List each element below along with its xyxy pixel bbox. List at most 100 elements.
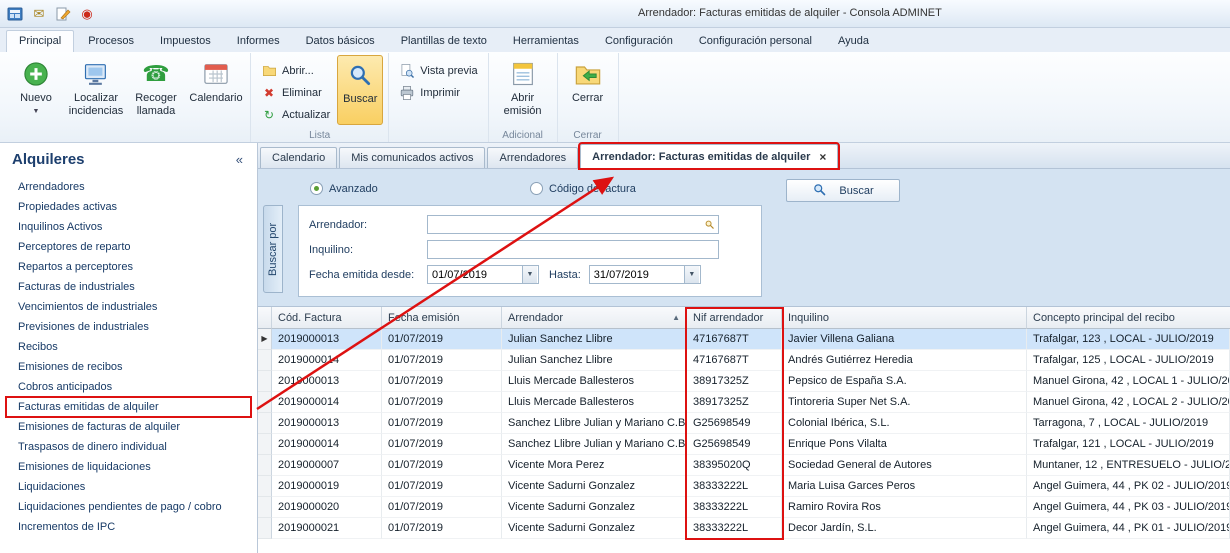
grid-cell[interactable]: Trafalgar, 125 , LOCAL - JULIO/2019 [1027,350,1230,371]
row-selector[interactable] [258,518,272,539]
grid-cell[interactable]: Trafalgar, 123 , LOCAL - JULIO/2019 [1027,329,1230,350]
column-header-cód-factura[interactable]: Cód. Factura [272,307,382,329]
grid-cell[interactable]: Ramiro Rovira Ros [782,497,1027,518]
column-header-inquilino[interactable]: Inquilino [782,307,1027,329]
row-selector[interactable] [258,455,272,476]
row-selector[interactable] [258,476,272,497]
grid-cell[interactable]: 2019000013 [272,413,382,434]
grid-cell[interactable]: 01/07/2019 [382,518,502,539]
abrir-emision-button[interactable]: Abrir emisión [494,55,552,125]
sidebar-item-facturas-emitidas-de-alquiler[interactable]: Facturas emitidas de alquiler [6,397,251,417]
menu-tab-impuestos[interactable]: Impuestos [148,31,223,52]
grid-cell[interactable]: Julian Sanchez Llibre [502,329,687,350]
grid-cell[interactable]: 2019000007 [272,455,382,476]
cerrar-button[interactable]: Cerrar [563,55,613,125]
grid-cell[interactable]: 38917325Z [687,371,782,392]
grid-cell[interactable]: 2019000014 [272,434,382,455]
grid-cell[interactable]: 38395020Q [687,455,782,476]
grid-cell[interactable]: 47167687T [687,329,782,350]
sidebar-item-inquilinos-activos[interactable]: Inquilinos Activos [6,217,251,237]
nuevo-button[interactable]: Nuevo ▼ [7,55,65,125]
grid-cell[interactable]: 2019000021 [272,518,382,539]
grid-cell[interactable]: 01/07/2019 [382,350,502,371]
row-selector[interactable] [258,350,272,371]
table-row[interactable]: 201900002101/07/2019Vicente Sadurni Gonz… [258,518,1230,539]
grid-cell[interactable]: 01/07/2019 [382,497,502,518]
table-row[interactable]: 201900001301/07/2019Lluis Mercade Balles… [258,371,1230,392]
grid-cell[interactable]: Lluis Mercade Ballesteros [502,392,687,413]
grid-cell[interactable]: 2019000013 [272,371,382,392]
grid-cell[interactable]: Maria Luisa Garces Peros [782,476,1027,497]
edit-note-icon[interactable] [54,5,72,23]
sidebar-item-emisiones-de-liquidaciones[interactable]: Emisiones de liquidaciones [6,457,251,477]
table-row[interactable]: 201900002001/07/2019Vicente Sadurni Gonz… [258,497,1230,518]
grid-cell[interactable]: Angel Guimera, 44 , PK 01 - JULIO/2019 [1027,518,1230,539]
dropdown-icon[interactable]: ▼ [684,266,699,283]
grid-cell[interactable]: Manuel Girona, 42 , LOCAL 2 - JULIO/2019 [1027,392,1230,413]
menu-tab-configuración[interactable]: Configuración [593,31,685,52]
lookup-icon[interactable] [701,217,717,232]
grid-cell[interactable]: Angel Guimera, 44 , PK 03 - JULIO/2019 [1027,497,1230,518]
grid-cell[interactable]: 01/07/2019 [382,392,502,413]
grid-cell[interactable]: 38333222L [687,476,782,497]
column-header-concepto-principal-del-recibo[interactable]: Concepto principal del recibo [1027,307,1230,329]
inquilino-input[interactable] [427,240,719,259]
row-selector[interactable] [258,497,272,518]
grid-cell[interactable]: Tarragona, 7 , LOCAL - JULIO/2019 [1027,413,1230,434]
sidebar-item-propiedades-activas[interactable]: Propiedades activas [6,197,251,217]
menu-tab-datos-básicos[interactable]: Datos básicos [294,31,387,52]
sidebar-item-vencimientos-de-industriales[interactable]: Vencimientos de industriales [6,297,251,317]
arrendador-input[interactable] [427,215,719,234]
recoger-llamada-button[interactable]: ☎ Recoger llamada [127,55,185,125]
table-row[interactable]: 201900001901/07/2019Vicente Sadurni Gonz… [258,476,1230,497]
grid-cell[interactable]: Colonial Ibérica, S.L. [782,413,1027,434]
column-header-arrendador[interactable]: Arrendador▲ [502,307,687,329]
column-header-fecha-emisión[interactable]: Fecha emisión [382,307,502,329]
grid-cell[interactable]: Andrés Gutiérrez Heredia [782,350,1027,371]
grid-cell[interactable]: Pepsico de España S.A. [782,371,1027,392]
grid-cell[interactable]: 2019000014 [272,392,382,413]
vista-previa-button[interactable]: Vista previa [394,61,482,80]
grid-cell[interactable]: 01/07/2019 [382,329,502,350]
grid-cell[interactable]: Sanchez Llibre Julian y Mariano C.B. [502,434,687,455]
row-selector[interactable] [258,434,272,455]
table-row[interactable]: 201900001401/07/2019Lluis Mercade Balles… [258,392,1230,413]
grid-cell[interactable]: 01/07/2019 [382,413,502,434]
grid-cell[interactable]: Vicente Sadurni Gonzalez [502,497,687,518]
grid-cell[interactable]: Angel Guimera, 44 , PK 02 - JULIO/2019 [1027,476,1230,497]
radio-avanzado[interactable]: Avanzado [310,182,378,195]
grid-cell[interactable]: Enrique Pons Vilalta [782,434,1027,455]
grid-cell[interactable]: Tintoreria Super Net S.A. [782,392,1027,413]
grid-cell[interactable]: 38333222L [687,518,782,539]
grid-cell[interactable]: 2019000014 [272,350,382,371]
sidebar-item-emisiones-de-facturas-de-alquiler[interactable]: Emisiones de facturas de alquiler [6,417,251,437]
fecha-desde-input[interactable]: ▼ [427,265,539,284]
table-row[interactable]: ▶201900001301/07/2019Julian Sanchez Llib… [258,329,1230,350]
sidebar-item-emisiones-de-recibos[interactable]: Emisiones de recibos [6,357,251,377]
menu-tab-principal[interactable]: Principal [6,30,74,52]
eliminar-button[interactable]: ✖ Eliminar [256,83,335,102]
grid-cell[interactable]: Sanchez Llibre Julian y Mariano C.B. [502,413,687,434]
grid-cell[interactable]: 2019000019 [272,476,382,497]
calendario-button[interactable]: Calendario [187,55,245,125]
grid-cell[interactable]: Sociedad General de Autores [782,455,1027,476]
table-row[interactable]: 201900001401/07/2019Sanchez Llibre Julia… [258,434,1230,455]
grid-cell[interactable]: G25698549 [687,413,782,434]
close-tab-icon[interactable]: × [819,150,826,164]
hasta-input[interactable]: ▼ [589,265,701,284]
table-row[interactable]: 201900001301/07/2019Sanchez Llibre Julia… [258,413,1230,434]
menu-tab-procesos[interactable]: Procesos [76,31,146,52]
menu-tab-configuración-personal[interactable]: Configuración personal [687,31,824,52]
grid-cell[interactable]: Vicente Mora Perez [502,455,687,476]
sidebar-item-arrendadores[interactable]: Arrendadores [6,177,251,197]
sidebar-item-recibos[interactable]: Recibos [6,337,251,357]
doc-tab-arrendador-facturas-emitidas-de-alquiler[interactable]: Arrendador: Facturas emitidas de alquile… [580,144,838,168]
imprimir-button[interactable]: Imprimir [394,83,482,102]
grid-cell[interactable]: Muntaner, 12 , ENTRESUELO - JULIO/2019 [1027,455,1230,476]
grid-cell[interactable]: 38917325Z [687,392,782,413]
menu-tab-herramientas[interactable]: Herramientas [501,31,591,52]
buscar-button-ribbon[interactable]: Buscar [337,55,383,125]
sidebar-item-cobros-anticipados[interactable]: Cobros anticipados [6,377,251,397]
doc-tab-arrendadores[interactable]: Arrendadores [487,147,578,168]
app-icon[interactable] [6,5,24,23]
